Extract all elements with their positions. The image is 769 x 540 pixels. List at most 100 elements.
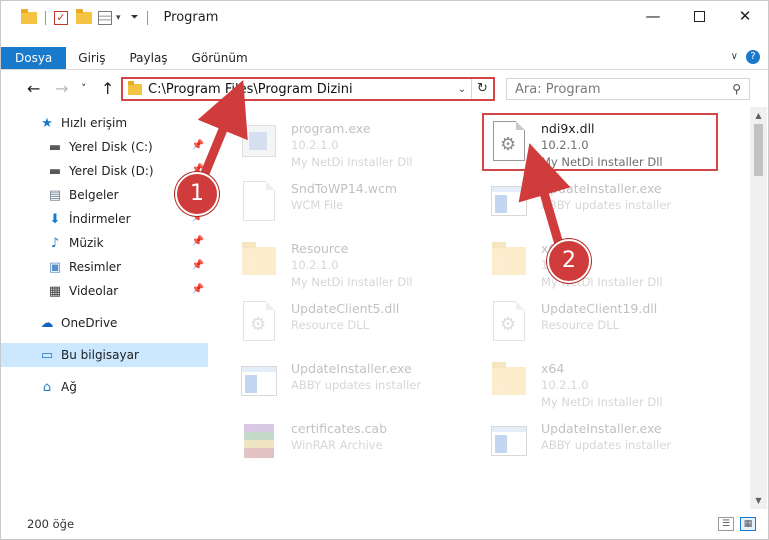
sidebar-item-local-disk-d[interactable]: ▬ Yerel Disk (D:) 📌	[1, 159, 208, 183]
close-button[interactable]: ✕	[722, 1, 768, 31]
chevron-down-icon[interactable]: ▾	[116, 13, 121, 23]
drive-icon: ▬	[48, 163, 62, 179]
file-name: x64	[541, 361, 565, 376]
tab-dosya[interactable]: Dosya	[1, 47, 67, 69]
sidebar-item-local-disk-c[interactable]: ▬ Yerel Disk (C:) 📌	[1, 135, 208, 159]
properties-check-icon[interactable]: ✓	[54, 10, 68, 25]
sidebar-item-this-pc[interactable]: ▭ Bu bilgisayar	[1, 343, 208, 367]
file-tile[interactable]: x64 10.2.1.0 My NetDi Installer Dll	[483, 233, 721, 293]
toolbar-divider	[146, 10, 148, 25]
scroll-up-icon[interactable]: ▲	[750, 107, 767, 124]
dll-file-icon: ⚙	[483, 295, 535, 347]
sidebar-item-label: Belgeler	[69, 188, 119, 202]
scrollbar-thumb[interactable]	[754, 124, 763, 176]
tab-gorunum[interactable]: Görünüm	[180, 47, 260, 69]
sidebar-item-music[interactable]: ♪ Müzik 📌	[1, 231, 208, 255]
file-tile[interactable]: ⚙ UpdateClient19.dll Resource DLL	[483, 293, 721, 353]
maximize-button[interactable]	[676, 1, 722, 31]
sidebar-item-label: Resimler	[69, 260, 122, 274]
file-tile[interactable]: ⚙ UpdateClient5.dll Resource DLL	[233, 293, 471, 353]
large-icons-view-icon[interactable]: ▦	[740, 517, 756, 531]
window-controls: — ✕	[630, 1, 768, 31]
back-button[interactable]: ←	[27, 79, 40, 98]
up-button[interactable]: ↑	[101, 79, 114, 98]
sidebar-item-videos[interactable]: ▦ Videolar 📌	[1, 279, 208, 303]
pin-icon: 📌	[191, 140, 204, 151]
recent-locations-button[interactable]: ˅	[81, 82, 87, 95]
folder-icon	[483, 235, 535, 287]
window-title: Program	[163, 10, 219, 25]
application-file-icon	[233, 355, 285, 407]
cloud-icon: ☁	[40, 315, 54, 331]
file-name: Resource	[291, 241, 349, 256]
vertical-scrollbar[interactable]: ▲ ▼	[750, 107, 767, 509]
file-name: program.exe	[291, 121, 371, 136]
search-box[interactable]: ⚲	[506, 78, 750, 100]
application-file-icon	[483, 415, 535, 467]
tab-paylas[interactable]: Paylaş	[117, 47, 179, 69]
drive-icon: ▬	[48, 139, 62, 155]
sidebar-item-label: OneDrive	[61, 316, 118, 330]
properties-icon[interactable]	[98, 10, 112, 25]
file-tile[interactable]: Resource 10.2.1.0 My NetDi Installer Dll	[233, 233, 471, 293]
step-badge-2: 2	[547, 239, 591, 283]
new-folder-icon[interactable]	[76, 8, 92, 24]
view-toggle: ☰ ▦	[718, 517, 756, 531]
tab-giris[interactable]: Giriş	[66, 47, 117, 69]
sidebar-item-network[interactable]: ⌂ Ağ	[1, 375, 208, 399]
sidebar-item-onedrive[interactable]: ☁ OneDrive	[1, 311, 208, 335]
file-tile[interactable]: UpdateInstaller.exe ABBY updates install…	[483, 413, 721, 473]
navigation-pane: ★ Hızlı erişim ▬ Yerel Disk (C:) 📌 ▬ Yer…	[1, 111, 208, 497]
file-tile[interactable]: x64 10.2.1.0 My NetDi Installer Dll	[483, 353, 721, 413]
customize-toolbar-icon[interactable]: ⏷	[131, 12, 139, 23]
address-path[interactable]: C:\Program Files\Program Dizini	[148, 82, 453, 97]
file-detail: ABBY updates installer	[541, 198, 672, 212]
chevron-down-icon[interactable]: ⌄	[453, 84, 471, 95]
file-detail: WinRAR Archive	[291, 438, 383, 452]
file-detail: 10.2.1.0	[541, 378, 589, 392]
file-name: UpdateInstaller.exe	[291, 361, 412, 376]
navigation-bar: ← → ˅ ↑ C:\Program Files\Program Dizini …	[1, 71, 768, 107]
status-bar: 200 öğe ☰ ▦	[1, 509, 768, 539]
folder-icon	[128, 80, 142, 95]
file-tile[interactable]: SndToWP14.wcm WCM File	[233, 173, 471, 233]
sidebar-item-label: Yerel Disk (D:)	[69, 164, 154, 178]
pin-icon: 📌	[191, 260, 204, 271]
details-view-icon[interactable]: ☰	[718, 517, 734, 531]
highlight-box	[482, 113, 718, 171]
file-detail: Resource DLL	[291, 318, 370, 332]
sidebar-item-label: Müzik	[69, 236, 104, 250]
file-tile[interactable]: program.exe 10.2.1.0 My NetDi Installer …	[233, 113, 471, 173]
expand-ribbon-icon[interactable]: ∨	[731, 51, 738, 62]
forward-button[interactable]: →	[55, 79, 68, 98]
scroll-down-icon[interactable]: ▼	[750, 492, 767, 509]
file-detail: My NetDi Installer Dll	[291, 275, 413, 289]
file-detail: 10.2.1.0	[291, 138, 339, 152]
folder-icon	[233, 235, 285, 287]
folder-icon	[21, 8, 37, 24]
file-tile[interactable]: UpdateInstaller.exe ABBY updates install…	[233, 353, 471, 413]
pictures-icon: ▣	[48, 259, 62, 275]
file-detail: WCM File	[291, 198, 344, 212]
help-icon[interactable]: ?	[746, 50, 760, 64]
search-input[interactable]	[515, 81, 733, 97]
sidebar-item-downloads[interactable]: ⬇ İndirmeler 📌	[1, 207, 208, 231]
file-tile[interactable]: certificates.cab WinRAR Archive	[233, 413, 471, 473]
pin-icon: 📌	[191, 284, 204, 295]
maximize-icon	[693, 10, 705, 22]
refresh-button[interactable]: ↻	[471, 79, 493, 99]
file-detail: Resource DLL	[541, 318, 620, 332]
minimize-button[interactable]: —	[630, 1, 676, 31]
search-icon[interactable]: ⚲	[732, 82, 741, 96]
sidebar-item-pictures[interactable]: ▣ Resimler 📌	[1, 255, 208, 279]
sidebar-item-quick-access[interactable]: ★ Hızlı erişim	[1, 111, 208, 135]
file-tile[interactable]: UpdateInstaller.exe ABBY updates install…	[483, 173, 721, 233]
documents-icon: ▤	[48, 187, 62, 203]
sidebar-item-label: Ağ	[61, 380, 77, 394]
address-bar[interactable]: C:\Program Files\Program Dizini ⌄ ↻	[121, 77, 495, 101]
archive-file-icon	[233, 415, 285, 467]
sidebar-item-label: İndirmeler	[69, 212, 131, 226]
computer-icon: ▭	[40, 347, 54, 363]
